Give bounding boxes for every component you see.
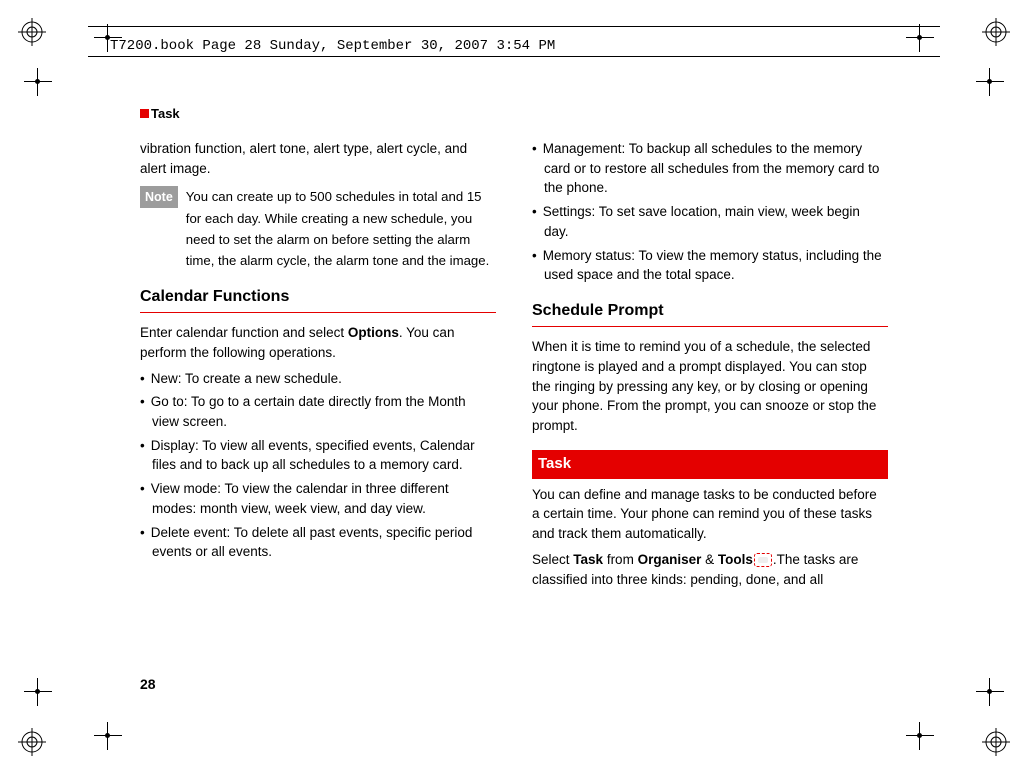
running-head-marker-icon xyxy=(140,109,149,118)
right-column: Management: To backup all schedules to t… xyxy=(532,139,888,595)
bold-tools: Tools xyxy=(718,552,753,567)
crop-mark-icon xyxy=(970,62,1010,102)
task-select-paragraph: Select Task from Organiser & Tools.The t… xyxy=(532,550,888,589)
content-area: Task vibration function, alert tone, ale… xyxy=(140,106,888,634)
tools-inline-icon xyxy=(754,553,772,567)
bold-organiser: Organiser xyxy=(638,552,702,567)
header-rule-bottom xyxy=(88,56,940,57)
header-rule-top xyxy=(88,26,940,27)
list-item: View mode: To view the calendar in three… xyxy=(140,479,496,518)
calendar-bullets: New: To create a new schedule. Go to: To… xyxy=(140,369,496,562)
heading-calendar-functions: Calendar Functions xyxy=(140,285,496,308)
list-item: Management: To backup all schedules to t… xyxy=(532,139,888,198)
note-text: You can create up to 500 schedules in to… xyxy=(186,186,496,271)
draft-header-line: T7200.book Page 28 Sunday, September 30,… xyxy=(110,38,555,54)
page-frame: T7200.book Page 28 Sunday, September 30,… xyxy=(60,0,968,774)
calendar-bullets-continued: Management: To backup all schedules to t… xyxy=(532,139,888,285)
note-block: Note You can create up to 500 schedules … xyxy=(140,186,496,271)
schedule-prompt-paragraph: When it is time to remind you of a sched… xyxy=(532,337,888,436)
registration-mark-icon xyxy=(982,728,1010,756)
registration-mark-icon xyxy=(18,18,46,46)
registration-mark-icon xyxy=(18,728,46,756)
options-bold: Options xyxy=(348,325,399,340)
list-item: Memory status: To view the memory status… xyxy=(532,246,888,285)
page-number: 28 xyxy=(140,676,156,692)
list-item: New: To create a new schedule. xyxy=(140,369,496,389)
heading-rule xyxy=(140,312,496,313)
registration-mark-icon xyxy=(982,18,1010,46)
list-item: Go to: To go to a certain date directly … xyxy=(140,392,496,431)
running-head-text: Task xyxy=(151,106,180,121)
heading-rule xyxy=(532,326,888,327)
crop-mark-icon xyxy=(18,62,58,102)
list-item: Settings: To set save location, main vie… xyxy=(532,202,888,241)
running-head: Task xyxy=(140,106,888,121)
calendar-intro: Enter calendar function and select Optio… xyxy=(140,323,496,362)
text: & xyxy=(701,552,718,567)
list-item: Delete event: To delete all past events,… xyxy=(140,523,496,562)
heading-schedule-prompt: Schedule Prompt xyxy=(532,299,888,322)
crop-mark-icon xyxy=(18,672,58,712)
text: from xyxy=(603,552,638,567)
text: Select xyxy=(532,552,573,567)
left-column: vibration function, alert tone, alert ty… xyxy=(140,139,496,595)
task-intro-paragraph: You can define and manage tasks to be co… xyxy=(532,485,888,544)
bold-task: Task xyxy=(573,552,603,567)
intro-paragraph: vibration function, alert tone, alert ty… xyxy=(140,139,496,178)
note-badge: Note xyxy=(140,186,178,208)
crop-mark-icon xyxy=(970,672,1010,712)
task-section-bar: Task xyxy=(532,450,888,479)
text: Enter calendar function and select xyxy=(140,325,348,340)
list-item: Display: To view all events, specified e… xyxy=(140,436,496,475)
